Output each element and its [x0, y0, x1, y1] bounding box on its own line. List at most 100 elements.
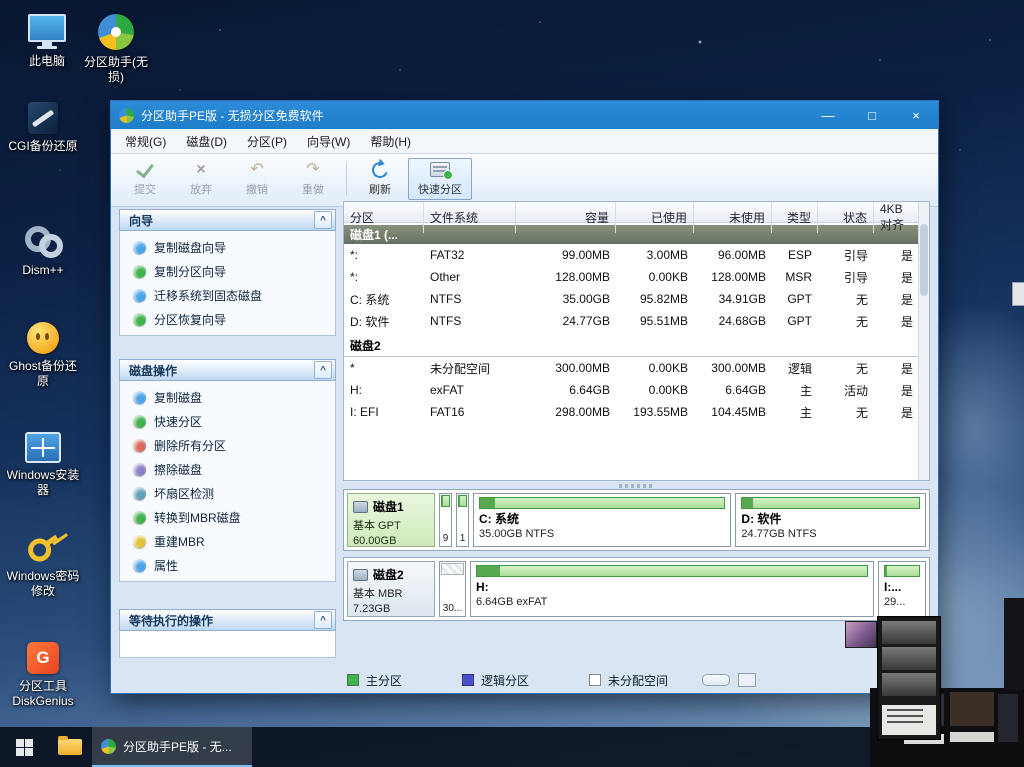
- sidebar-item-rebuild-mbr[interactable]: 重建MBR: [120, 529, 335, 553]
- usage-bar: [479, 497, 725, 509]
- view-control[interactable]: [738, 673, 756, 687]
- disk2-partition-h[interactable]: H: 6.64GB exFAT: [470, 561, 874, 617]
- disk1-partition-d[interactable]: D: 软件 24.77GB NTFS: [735, 493, 926, 547]
- close-button[interactable]: ×: [894, 101, 938, 129]
- disk1-partition-esp[interactable]: 9: [439, 493, 452, 547]
- wizard-list: 复制磁盘向导 复制分区向导 迁移系统到固态磁盘 分区恢复向导: [119, 231, 336, 336]
- discard-button[interactable]: × 放弃: [173, 159, 229, 199]
- pending-operations-list: [119, 631, 336, 658]
- disk2-group-row[interactable]: 磁盘2: [344, 335, 919, 357]
- desktop-icon-windows-password[interactable]: Windows密码修改: [4, 530, 82, 599]
- disk2-size: 7.23GB: [353, 603, 429, 615]
- sidebar-item-properties[interactable]: 属性: [120, 553, 335, 577]
- partition-table: 分区 文件系统 容量 已使用 未使用 类型 状态 4KB对齐 磁盘1 (... …: [343, 201, 930, 481]
- redo-icon: ↷: [306, 162, 319, 178]
- menu-partition[interactable]: 分区(P): [237, 130, 297, 153]
- quick-partition-label: 快速分区: [418, 181, 462, 197]
- sidebar-item-bad-sector-test[interactable]: 坏扇区检测: [120, 481, 335, 505]
- col-header-type[interactable]: 类型: [772, 202, 818, 233]
- table-row[interactable]: D: 软件 NTFS 24.77GB 95.51MB 24.68GB GPT 无…: [344, 310, 919, 332]
- desktop-icon-ghost-backup[interactable]: Ghost备份还原: [4, 322, 82, 389]
- wizard-item-icon: [133, 241, 146, 254]
- undo-label: 撤销: [246, 181, 268, 197]
- collapse-icon[interactable]: ^: [314, 611, 332, 629]
- usage-bar: [441, 495, 450, 507]
- legend-logical-swatch: [462, 674, 474, 686]
- sidebar-item-quick-partition[interactable]: 快速分区: [120, 409, 335, 433]
- sidebar-item-convert-to-mbr[interactable]: 转换到MBR磁盘: [120, 505, 335, 529]
- desktop-icon-dism[interactable]: Dism++: [4, 224, 82, 278]
- scrollbar-thumb[interactable]: [920, 224, 928, 296]
- disk2-unallocated[interactable]: 30...: [439, 561, 466, 617]
- file-explorer-button[interactable]: [48, 727, 92, 767]
- usage-bar: [741, 497, 920, 509]
- app-icon: [101, 739, 116, 754]
- sidebar-item-copy-partition-wizard[interactable]: 复制分区向导: [120, 259, 335, 283]
- desktop-icon-this-pc[interactable]: 此电脑: [8, 14, 86, 69]
- table-row[interactable]: *: FAT32 99.00MB 3.00MB 96.00MB ESP 引导 是: [344, 244, 919, 266]
- col-header-status[interactable]: 状态: [818, 202, 874, 233]
- collapse-icon[interactable]: ^: [314, 361, 332, 379]
- sidebar-item-partition-recovery[interactable]: 分区恢复向导: [120, 307, 335, 331]
- screen-artifact: [1012, 282, 1024, 306]
- op-item-icon: [133, 439, 146, 452]
- desktop-icon-cgi-backup[interactable]: CGI备份还原: [4, 102, 82, 154]
- desktop-icon-diskgenius[interactable]: G 分区工具 DiskGenius: [4, 642, 82, 709]
- disk2-info[interactable]: 磁盘2 基本 MBR 7.23GB: [347, 561, 435, 617]
- table-header-row: 分区 文件系统 容量 已使用 未使用 类型 状态 4KB对齐: [344, 202, 919, 223]
- desktop-icon-windows-installer[interactable]: Windows安装器: [4, 432, 82, 498]
- redo-button[interactable]: ↷ 重做: [285, 159, 341, 199]
- menu-wizard[interactable]: 向导(W): [297, 130, 360, 153]
- minimize-button[interactable]: —: [806, 101, 850, 129]
- desktop-icon-partition-assistant[interactable]: 分区助手(无损): [80, 14, 152, 85]
- col-header-capacity[interactable]: 容量: [516, 202, 616, 233]
- legend-unallocated-label: 未分配空间: [608, 672, 668, 689]
- menu-help[interactable]: 帮助(H): [360, 130, 421, 153]
- start-button[interactable]: [0, 727, 48, 767]
- col-header-4k[interactable]: 4KB对齐: [874, 202, 919, 233]
- col-header-unused[interactable]: 未使用: [694, 202, 772, 233]
- disk1-partition-msr[interactable]: 1: [456, 493, 469, 547]
- title-bar[interactable]: 分区助手PE版 - 无损分区免费软件 — □ ×: [111, 101, 938, 129]
- collapse-icon[interactable]: ^: [314, 211, 332, 229]
- refresh-button[interactable]: 刷新: [352, 159, 408, 199]
- col-header-used[interactable]: 已使用: [616, 202, 694, 233]
- table-row[interactable]: I: EFI FAT16 298.00MB 193.55MB 104.45MB …: [344, 401, 919, 423]
- vertical-scrollbar[interactable]: [918, 202, 929, 480]
- table-row[interactable]: *: Other 128.00MB 0.00KB 128.00MB MSR 引导…: [344, 266, 919, 288]
- disk-operations-list: 复制磁盘 快速分区 删除所有分区 擦除磁盘 坏扇区检测 转换到MBR磁盘 重建M…: [119, 381, 336, 582]
- disk1-size: 60.00GB: [353, 535, 429, 547]
- taskbar-item-partition-assistant[interactable]: 分区助手PE版 - 无...: [92, 727, 252, 767]
- op-item-icon: [133, 391, 146, 404]
- disk1-map: 磁盘1 基本 GPT 60.00GB 9 1 C: 系统 35.00GB NTF…: [343, 489, 930, 551]
- sidebar-item-migrate-os[interactable]: 迁移系统到固态磁盘: [120, 283, 335, 307]
- ghost-icon: [27, 322, 59, 354]
- sidebar-item-delete-all-partitions[interactable]: 删除所有分区: [120, 433, 335, 457]
- table-row[interactable]: H: exFAT 6.64GB 0.00KB 6.64GB 主 活动 是: [344, 379, 919, 401]
- sidebar-item-wipe-disk[interactable]: 擦除磁盘: [120, 457, 335, 481]
- sidebar-item-copy-disk[interactable]: 复制磁盘: [120, 385, 335, 409]
- resize-handle[interactable]: [702, 674, 730, 686]
- table-row[interactable]: C: 系统 NTFS 35.00GB 95.82MB 34.91GB GPT 无…: [344, 288, 919, 310]
- disk1-info[interactable]: 磁盘1 基本 GPT 60.00GB: [347, 493, 435, 547]
- desktop-icon-label: Dism++: [22, 263, 63, 278]
- desktop-icon-label: 此电脑: [29, 54, 65, 69]
- disk1-partition-c[interactable]: C: 系统 35.00GB NTFS: [473, 493, 731, 547]
- commit-button[interactable]: 提交: [117, 159, 173, 199]
- wizard-panel-header[interactable]: 向导 ^: [119, 209, 336, 231]
- screen-artifact: [1004, 598, 1024, 690]
- table-row[interactable]: * 未分配空间 300.00MB 0.00KB 300.00MB 逻辑 无 是: [344, 357, 919, 379]
- maximize-button[interactable]: □: [850, 101, 894, 129]
- pending-operations-header[interactable]: 等待执行的操作 ^: [119, 609, 336, 631]
- wizard-panel-title: 向导: [129, 212, 153, 229]
- col-header-filesystem[interactable]: 文件系统: [424, 202, 516, 233]
- menu-disk[interactable]: 磁盘(D): [176, 130, 237, 153]
- partition-legend: 主分区 逻辑分区 未分配空间: [347, 671, 930, 689]
- quick-partition-button[interactable]: 快速分区: [408, 158, 472, 200]
- sidebar-item-copy-disk-wizard[interactable]: 复制磁盘向导: [120, 235, 335, 259]
- disk2-partition-i[interactable]: I:... 29...: [878, 561, 926, 617]
- desktop-icon-label: Windows安装器: [4, 468, 82, 498]
- undo-button[interactable]: ↶ 撤销: [229, 159, 285, 199]
- disk-operations-header[interactable]: 磁盘操作 ^: [119, 359, 336, 381]
- menu-general[interactable]: 常规(G): [115, 130, 176, 153]
